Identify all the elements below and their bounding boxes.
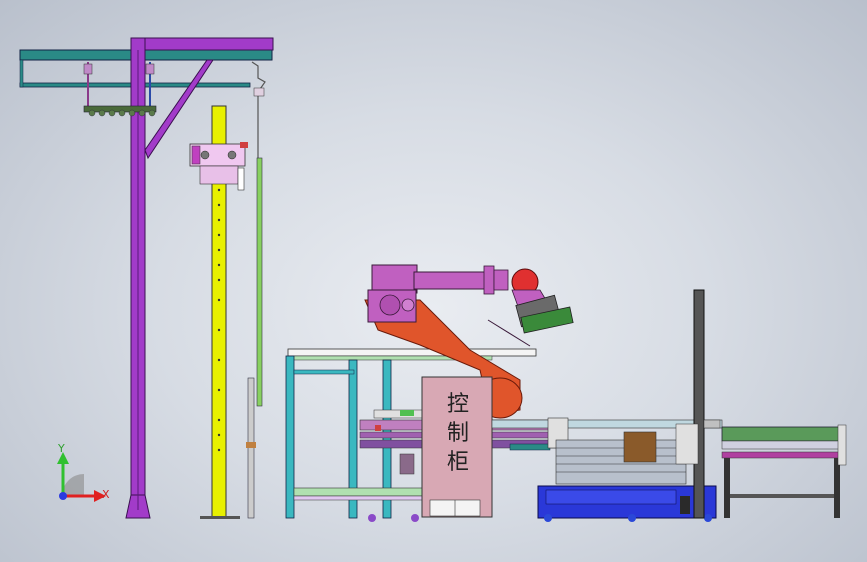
gantry-arm-top [130, 37, 274, 51]
x-axis-label: X [102, 488, 110, 501]
y-axis-label: Y [58, 442, 65, 455]
discharge-conveyor [721, 424, 847, 518]
cabinet-label-char: 控 [446, 392, 469, 417]
discharge-belt [721, 426, 841, 442]
guide-rod [256, 157, 263, 407]
cabinet-label: 控 制 柜 [428, 390, 488, 477]
cabinet-label-char: 制 [446, 421, 469, 446]
table-top [287, 348, 537, 357]
cabinet-label-char: 柜 [446, 450, 469, 475]
robot-shoulder [371, 264, 418, 294]
vertical-post [693, 289, 705, 519]
lift-column [189, 105, 263, 519]
gantry-top-beam [19, 49, 273, 61]
robot-upper-arm [413, 271, 487, 290]
axis-triad [57, 452, 106, 502]
industrial-cell-drawing [19, 37, 847, 522]
